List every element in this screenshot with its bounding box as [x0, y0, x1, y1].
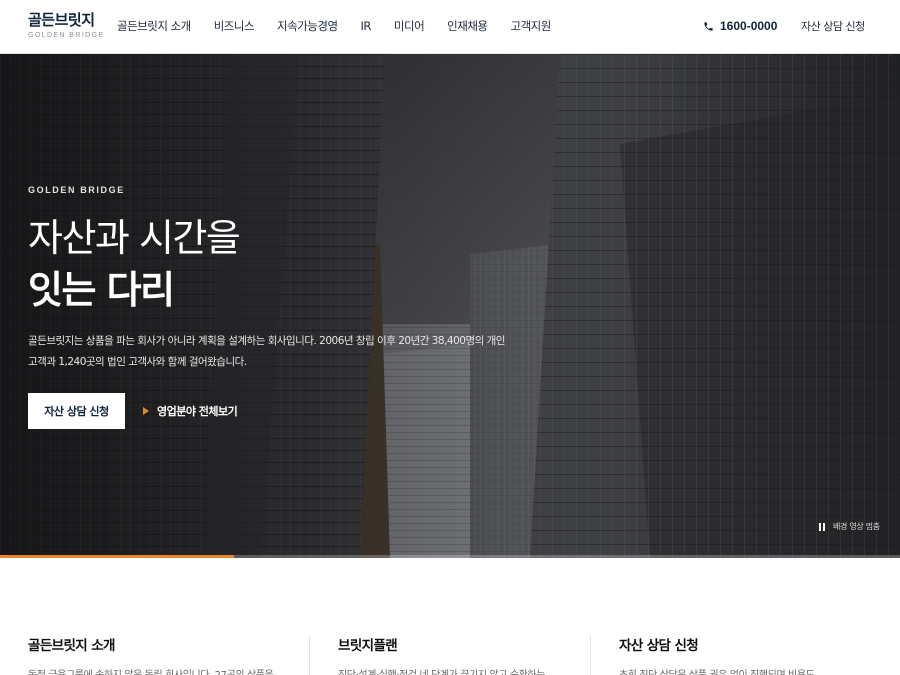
logo-subtitle: GOLDEN BRIDGE	[28, 32, 105, 39]
video-pause-label: 배경 영상 멈춤	[833, 522, 880, 531]
nav-item-careers[interactable]: 인재채용	[447, 18, 488, 34]
hero-description: 골든브릿지는 상품을 파는 회사가 아니라 계획을 설계하는 회사입니다. 20…	[28, 331, 538, 373]
nav-item-media[interactable]: 미디어	[394, 18, 425, 34]
hero-headline-line1: 자산과 시간을	[28, 216, 241, 260]
site-header: 골든브릿지 GOLDEN BRIDGE 골든브릿지 소개 비즈니스 지속가능경영…	[0, 0, 900, 54]
card-consult[interactable]: 자산 상담 신청 초회 진단 상담은 상품 권유 없이 진행되며 비용도	[619, 634, 815, 675]
logo-wordmark: 골든브릿지	[28, 11, 95, 29]
card-title: 브릿지플랜	[338, 638, 398, 654]
hero-section: GOLDEN BRIDGE 자산과 시간을 잇는 다리 골든브릿지는 상품을 파…	[0, 54, 900, 558]
card-text: 독점 금융그룹에 속하지 않은 독립 회사입니다. 27곳의 상품을	[28, 666, 274, 675]
hero-description-line2: 고객과 1,240곳의 법인 고객사와 함께 걸어왔습니다.	[28, 356, 247, 368]
logo[interactable]: 골든브릿지 GOLDEN BRIDGE	[28, 11, 105, 41]
hero-view-all-link[interactable]: 영업분야 전체보기	[143, 393, 238, 429]
card-title: 골든브릿지 소개	[28, 638, 115, 654]
hero-headline: 자산과 시간을 잇는 다리	[28, 212, 241, 316]
card-title: 자산 상담 신청	[619, 638, 699, 654]
pause-icon	[819, 522, 827, 531]
hero-view-all-label: 영업분야 전체보기	[157, 405, 238, 418]
hero-consult-button[interactable]: 자산 상담 신청	[28, 393, 125, 429]
card-divider	[309, 636, 310, 675]
header-consult-button[interactable]: 자산 상담 신청	[801, 0, 865, 52]
card-divider	[590, 636, 591, 675]
intro-cards: 골든브릿지 소개 독점 금융그룹에 속하지 않은 독립 회사입니다. 27곳의 …	[0, 558, 900, 675]
phone-icon	[704, 21, 713, 31]
main-nav: 골든브릿지 소개 비즈니스 지속가능경영 IR 미디어 인재채용 고객지원	[117, 0, 574, 52]
card-text: 진단·설계·실행·점검 네 단계가 끊기지 않고 순환하는	[338, 666, 545, 675]
nav-item-sustainability[interactable]: 지속가능경영	[277, 18, 338, 34]
card-text: 초회 진단 상담은 상품 권유 없이 진행되며 비용도	[619, 666, 815, 675]
hero-eyebrow: GOLDEN BRIDGE	[28, 185, 125, 195]
card-bridgeplan[interactable]: 브릿지플랜 진단·설계·실행·점검 네 단계가 끊기지 않고 순환하는	[338, 634, 545, 675]
hero-headline-line2: 잇는 다리	[28, 268, 175, 312]
hero-description-line1: 골든브릿지는 상품을 파는 회사가 아니라 계획을 설계하는 회사입니다. 20…	[28, 335, 505, 347]
card-about[interactable]: 골든브릿지 소개 독점 금융그룹에 속하지 않은 독립 회사입니다. 27곳의 …	[28, 634, 274, 675]
phone-number: 1600-0000	[720, 19, 778, 33]
play-triangle-icon	[143, 407, 149, 415]
video-pause-toggle[interactable]: 배경 영상 멈춤	[819, 521, 880, 532]
phone-link[interactable]: 1600-0000	[703, 0, 777, 52]
nav-item-about[interactable]: 골든브릿지 소개	[117, 18, 191, 34]
nav-item-business[interactable]: 비즈니스	[214, 18, 255, 34]
nav-item-support[interactable]: 고객지원	[511, 18, 552, 34]
nav-item-ir[interactable]: IR	[361, 19, 372, 33]
